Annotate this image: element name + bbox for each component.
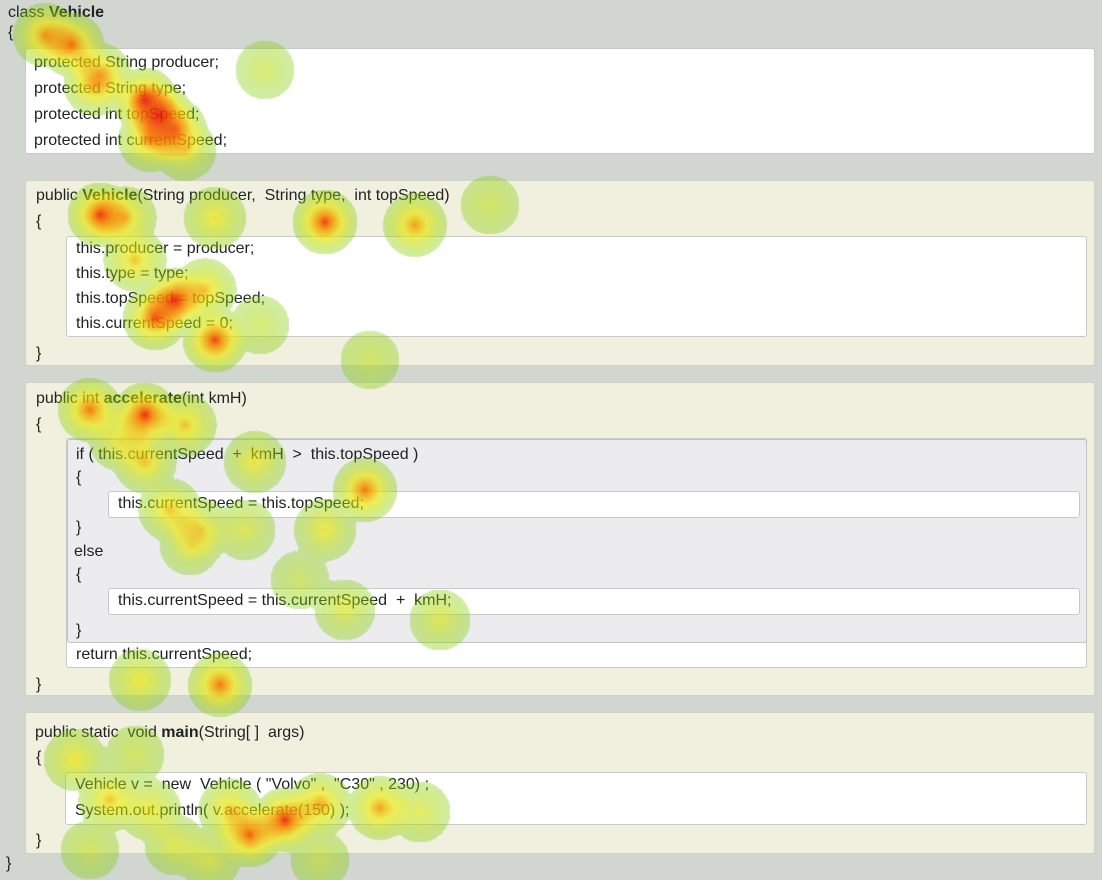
class-open-brace: {	[8, 24, 14, 41]
constructor-line-1: this.producer = producer;	[76, 240, 255, 257]
constructor-block: public Vehicle(String producer, String t…	[25, 180, 1095, 366]
main-line-1: Vehicle v = new Vehicle ( "Volvo" , "C30…	[75, 776, 430, 793]
if-body-line: this.currentSpeed = this.topSpeed;	[118, 495, 364, 512]
return-statement: return this.currentSpeed;	[76, 646, 253, 663]
constructor-params: (String producer, String type, int topSp…	[137, 187, 450, 204]
accelerate-signature: public int accelerate(int kmH)	[36, 389, 247, 409]
constructor-signature: public Vehicle(String producer, String t…	[36, 186, 450, 206]
field-current-speed: protected int currentSpeed;	[34, 132, 228, 149]
constructor-close-brace: }	[36, 345, 42, 362]
class-close-brace: }	[6, 855, 12, 872]
else-close-brace: }	[76, 622, 82, 639]
main-name: main	[161, 724, 199, 741]
main-signature: public static void main(String[ ] args)	[35, 723, 304, 743]
constructor-line-4: this.currentSpeed = 0;	[76, 315, 233, 332]
main-close-brace: }	[36, 832, 42, 849]
if-close-brace: }	[76, 519, 82, 536]
accelerate-modifier: public int	[36, 390, 100, 407]
constructor-body: this.producer = producer; this.type = ty…	[66, 236, 1087, 337]
else-body: this.currentSpeed = this.currentSpeed + …	[108, 588, 1080, 615]
main-block: public static void main(String[ ] args) …	[25, 712, 1095, 854]
field-type: protected String type;	[34, 80, 187, 97]
constructor-name: Vehicle	[82, 187, 138, 204]
accelerate-name: accelerate	[103, 390, 182, 407]
constructor-line-2: this.type = type;	[76, 265, 189, 282]
accelerate-body: if ( this.currentSpeed + kmH > this.topS…	[66, 438, 1087, 668]
if-condition: if ( this.currentSpeed + kmH > this.topS…	[76, 446, 419, 463]
fields-block: protected String producer; protected Str…	[25, 48, 1095, 154]
main-open-brace: {	[36, 749, 42, 766]
accelerate-close-brace: }	[36, 676, 42, 693]
else-keyword: else	[74, 543, 104, 560]
main-modifier: public static void	[35, 724, 157, 741]
class-keyword: class	[8, 4, 45, 21]
class-declaration: class Vehicle	[8, 3, 104, 23]
else-open-brace: {	[76, 566, 82, 583]
main-params: (String[ ] args)	[198, 724, 305, 741]
if-open-brace: {	[76, 469, 82, 486]
accelerate-block: public int accelerate(int kmH) { if ( th…	[25, 382, 1095, 696]
class-name: Vehicle	[48, 4, 105, 21]
constructor-line-3: this.topSpeed = topSpeed;	[76, 290, 266, 307]
constructor-modifier: public	[36, 187, 78, 204]
accelerate-open-brace: {	[36, 416, 42, 433]
main-body: Vehicle v = new Vehicle ( "Volvo" , "C30…	[65, 772, 1087, 825]
field-top-speed: protected int topSpeed;	[34, 106, 200, 123]
constructor-open-brace: {	[36, 213, 42, 230]
accelerate-params: (int kmH)	[181, 390, 247, 407]
if-else-block: if ( this.currentSpeed + kmH > this.topS…	[67, 439, 1087, 643]
main-line-2: System.out.println( v.accelerate(150) );	[75, 802, 350, 819]
if-body: this.currentSpeed = this.topSpeed;	[108, 491, 1080, 518]
field-producer: protected String producer;	[34, 54, 219, 71]
else-body-line: this.currentSpeed = this.currentSpeed + …	[118, 592, 452, 609]
